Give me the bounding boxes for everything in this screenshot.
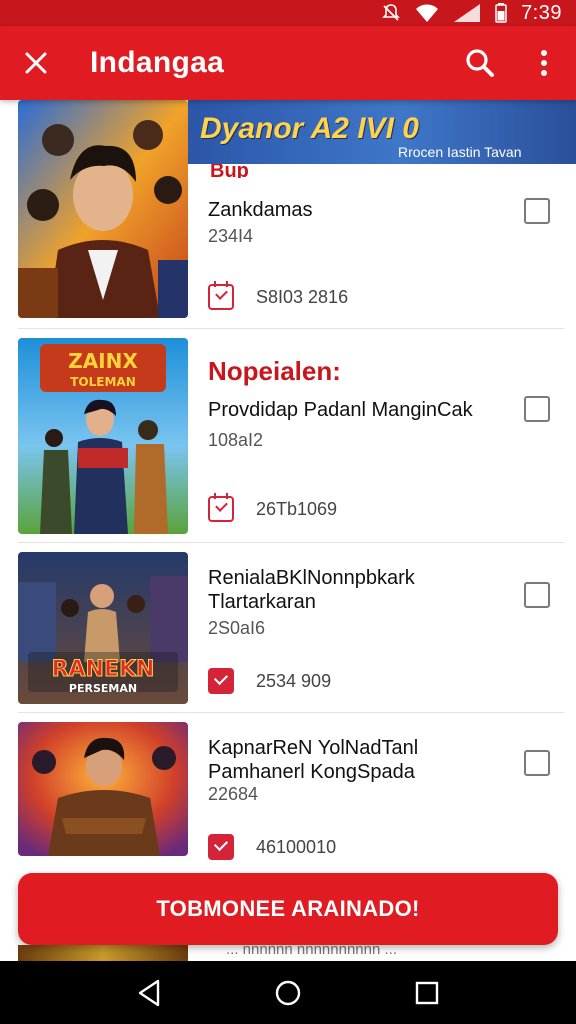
item-thumbnail[interactable] <box>18 100 188 318</box>
item-title: RenialaBKlNonnpbkark Tlartarkaran <box>208 567 415 613</box>
promo-banner[interactable]: Dyanor A2 IVI 0 Rrocen Iastin Tavan <box>188 100 576 164</box>
item-count: 22684 <box>208 784 259 804</box>
list-item[interactable]: KapnarReN YolNadTanl Pamhanerl KongSpada… <box>18 722 564 872</box>
status-bar: 7:39 <box>0 0 576 26</box>
item-checkbox[interactable] <box>524 396 550 422</box>
app-bar: Indangaa <box>0 26 576 100</box>
item-thumbnail[interactable]: ZAINX TOLEMAN <box>18 338 188 534</box>
svg-text:TOLEMAN: TOLEMAN <box>70 375 136 389</box>
notifications-off-icon <box>381 3 401 23</box>
more-options-button[interactable] <box>512 26 576 100</box>
divider <box>18 542 564 543</box>
wifi-icon <box>415 3 439 23</box>
item-count: 2S0aI6 <box>208 618 266 638</box>
signal-icon <box>453 3 481 23</box>
item-title: KapnarReN YolNadTanl Pamhanerl KongSpada <box>208 737 419 783</box>
recents-square-icon <box>415 981 438 1004</box>
item-count: 108aI2 <box>208 430 264 450</box>
calendar-check-icon <box>208 493 234 522</box>
peek-thumbnail <box>18 945 188 961</box>
svg-text:ZAINX: ZAINX <box>68 349 138 373</box>
page-title: Indangaa <box>90 46 225 79</box>
status-time: 7:39 <box>521 1 562 24</box>
home-button[interactable] <box>258 963 318 1023</box>
calendar-check-icon <box>208 281 234 310</box>
search-button[interactable] <box>448 26 512 100</box>
list-item[interactable]: ZAINX TOLEMAN Nopeialen: Provdidap Padan… <box>18 338 564 544</box>
calendar-check-icon <box>208 834 234 860</box>
navigation-bar <box>0 961 576 1024</box>
screen: 7:39 Indangaa Zankdamas 234I4 S8I03 2816… <box>0 0 576 1024</box>
item-checkbox[interactable] <box>524 198 550 224</box>
banner-subtext: Rrocen Iastin Tavan <box>398 144 522 160</box>
item-meta: 26Tb1069 <box>208 493 338 522</box>
item-list: Zankdamas 234I4 S8I03 2816 Dyanor A2 IVI… <box>0 100 576 960</box>
list-item[interactable]: RANEKN PERSEMAN RenialaBKlNonnpbkark Tla… <box>18 552 564 714</box>
battery-icon <box>495 3 507 23</box>
item-title: Provdidap Padanl ManginCak <box>208 399 473 421</box>
back-triangle-icon <box>139 979 160 1006</box>
item-meta-text: 46100010 <box>256 836 337 857</box>
calendar-check-icon <box>208 668 234 694</box>
back-button[interactable] <box>119 963 179 1023</box>
item-meta-text: 2534 909 <box>256 670 332 691</box>
banner-cut-heading: Bup <box>210 164 249 178</box>
item-meta: 46100010 <box>208 834 336 860</box>
banner-text: Dyanor A2 IVI 0 <box>200 112 419 145</box>
more-vert-icon <box>541 50 547 76</box>
item-count: 234I4 <box>208 226 254 246</box>
item-meta-text: S8I03 2816 <box>256 286 349 307</box>
svg-text:RANEKN: RANEKN <box>52 657 155 682</box>
divider <box>18 712 564 713</box>
close-icon <box>25 52 47 74</box>
peek-text: ... nnnnnn nnnnnnnnnn ... <box>226 945 397 958</box>
divider <box>18 328 564 329</box>
item-title: Zankdamas <box>208 199 313 221</box>
item-checkbox[interactable] <box>524 750 550 776</box>
item-heading: Nopeialen: <box>208 356 341 386</box>
primary-action-button[interactable]: TOBMONEE ARAINADO! <box>18 873 558 945</box>
item-checkbox[interactable] <box>524 582 550 608</box>
close-button[interactable] <box>0 26 72 100</box>
item-thumbnail[interactable]: RANEKN PERSEMAN <box>18 552 188 704</box>
search-icon <box>466 49 494 77</box>
item-meta: 2534 909 <box>208 668 331 694</box>
recents-button[interactable] <box>397 963 457 1023</box>
item-meta-text: 26Tb1069 <box>256 498 338 519</box>
item-meta: S8I03 2816 <box>208 281 349 310</box>
svg-text:PERSEMAN: PERSEMAN <box>69 682 137 695</box>
home-circle-icon <box>275 980 301 1005</box>
item-thumbnail[interactable] <box>18 722 188 856</box>
next-item-peek: ... nnnnnn nnnnnnnnnn ... <box>0 945 576 961</box>
